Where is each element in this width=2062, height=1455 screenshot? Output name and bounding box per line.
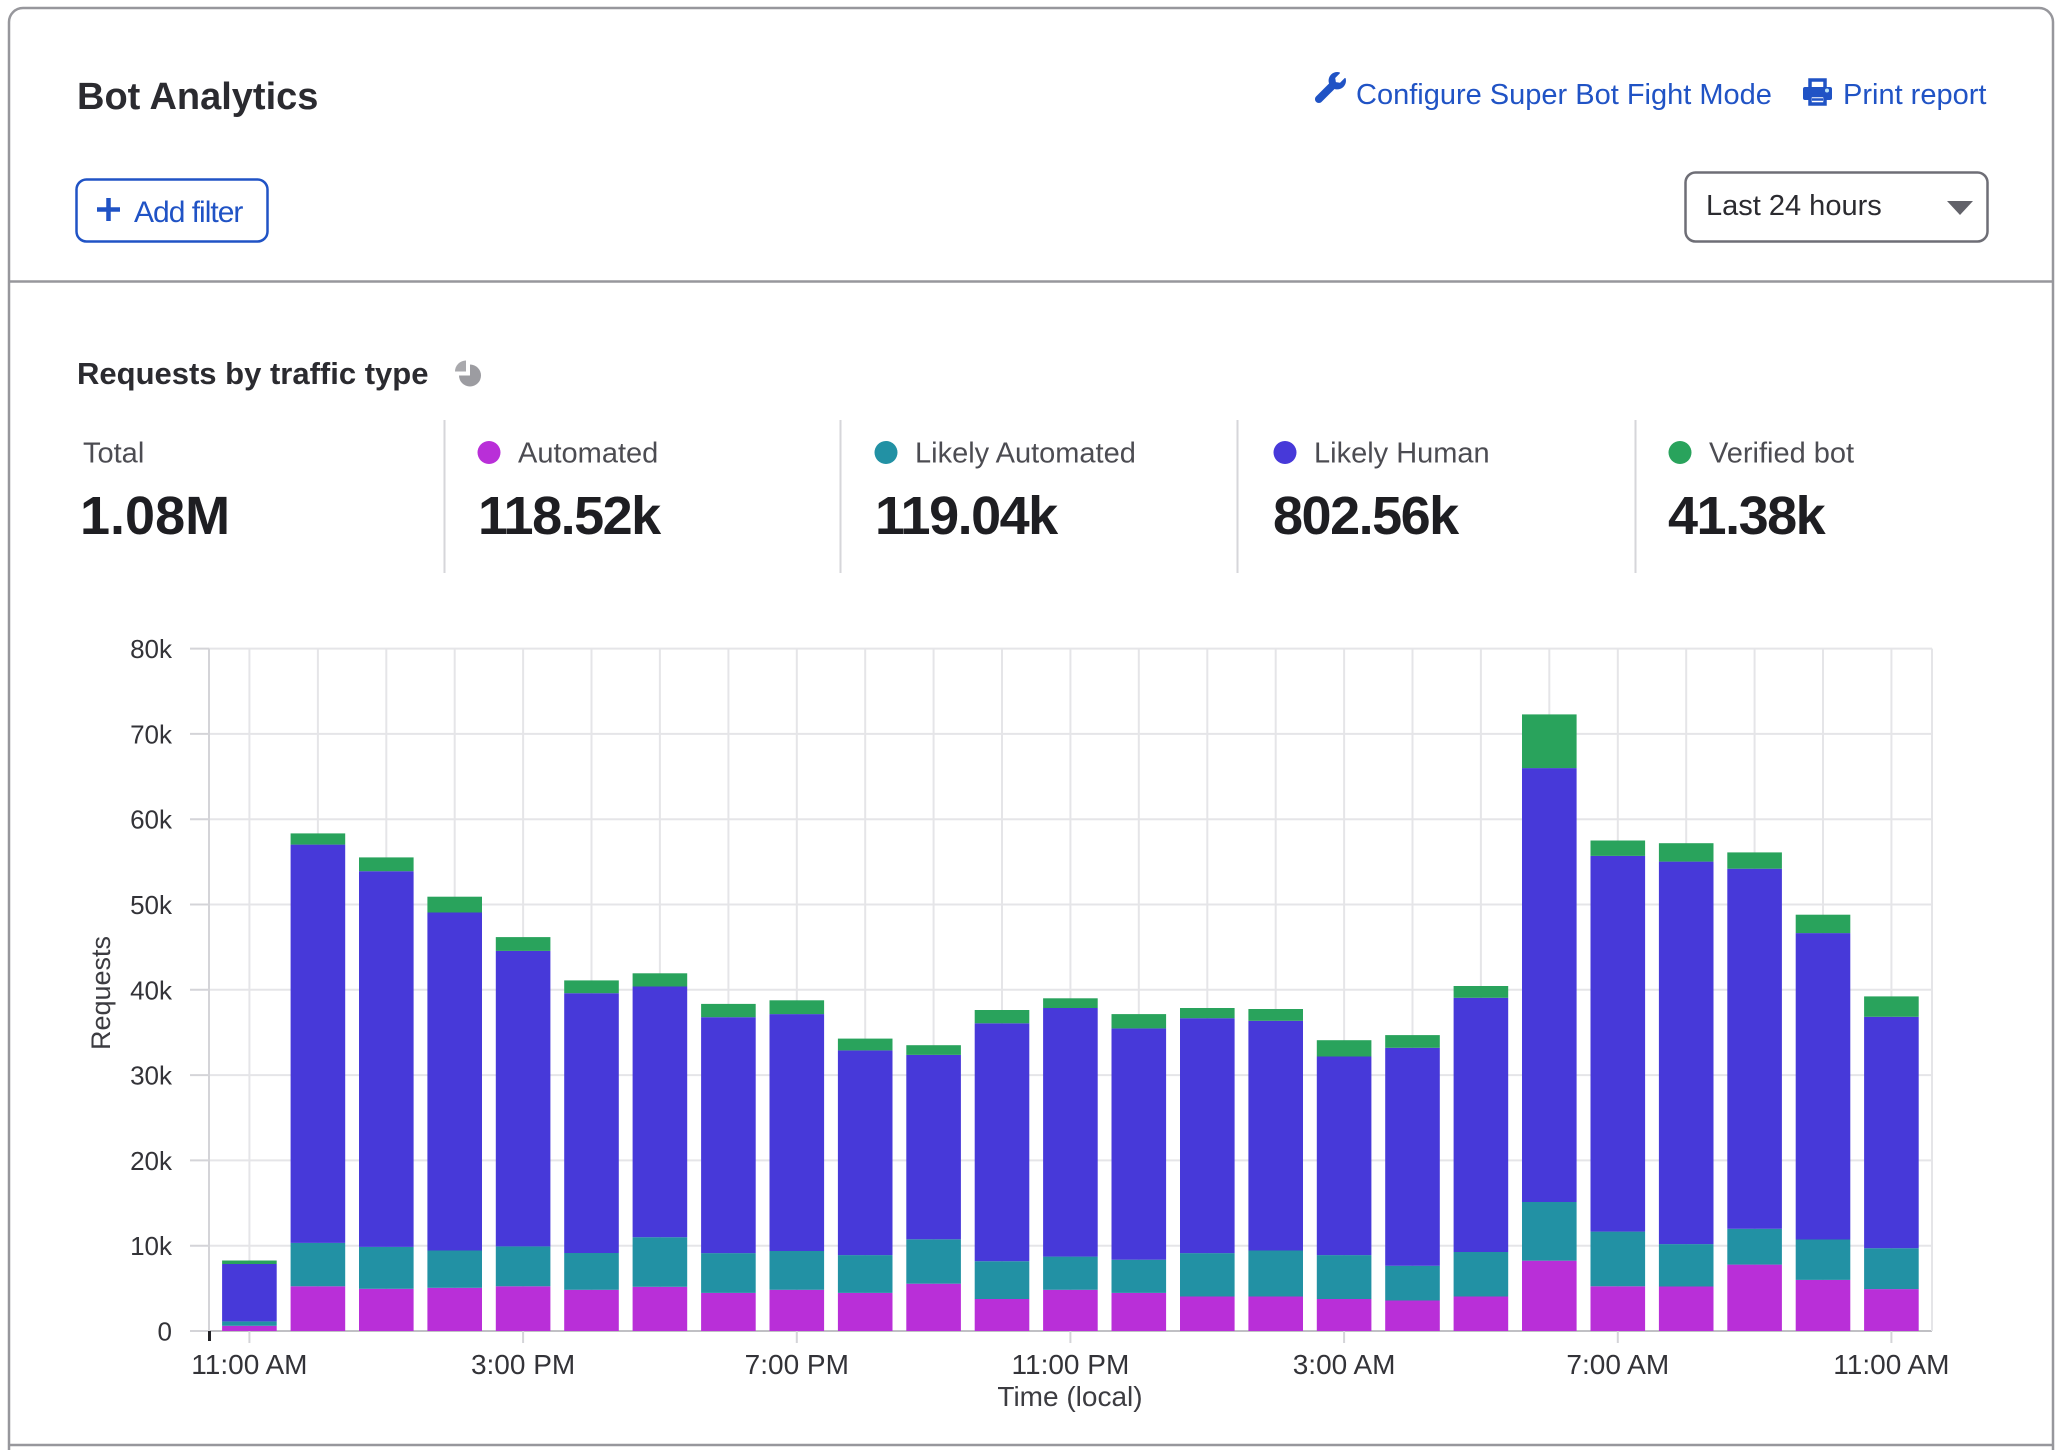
svg-text:11:00 AM: 11:00 AM xyxy=(191,1349,307,1380)
svg-text:Likely Human: Likely Human xyxy=(1314,438,1490,470)
svg-text:80k: 80k xyxy=(130,634,173,664)
svg-text:7:00 PM: 7:00 PM xyxy=(745,1349,849,1380)
svg-text:70k: 70k xyxy=(130,719,173,749)
svg-text:11:00 PM: 11:00 PM xyxy=(1012,1349,1130,1380)
svg-text:0: 0 xyxy=(158,1317,172,1347)
svg-text:20k: 20k xyxy=(130,1146,173,1176)
svg-text:1.08M: 1.08M xyxy=(80,486,230,546)
svg-text:11:00 AM: 11:00 AM xyxy=(1833,1349,1949,1380)
svg-text:40k: 40k xyxy=(130,975,173,1005)
svg-text:10k: 10k xyxy=(130,1231,173,1261)
svg-text:30k: 30k xyxy=(130,1061,173,1091)
svg-text:Configure Super Bot Fight Mode: Configure Super Bot Fight Mode xyxy=(1356,79,1772,111)
svg-text:Print report: Print report xyxy=(1843,79,1986,111)
svg-text:Total: Total xyxy=(83,438,144,470)
svg-text:3:00 PM: 3:00 PM xyxy=(471,1349,575,1380)
svg-text:7:00 AM: 7:00 AM xyxy=(1566,1349,1669,1380)
svg-text:Likely Automated: Likely Automated xyxy=(915,438,1136,470)
svg-text:802.56k: 802.56k xyxy=(1273,486,1460,546)
svg-text:Requests: Requests xyxy=(86,936,116,1050)
svg-text:Requests by traffic type: Requests by traffic type xyxy=(77,356,428,391)
svg-text:Time (local): Time (local) xyxy=(997,1381,1142,1412)
svg-text:118.52k: 118.52k xyxy=(478,486,662,546)
svg-text:Bot Analytics: Bot Analytics xyxy=(77,76,318,118)
svg-text:41.38k: 41.38k xyxy=(1668,486,1827,546)
svg-text:50k: 50k xyxy=(130,890,173,920)
svg-text:3:00 AM: 3:00 AM xyxy=(1293,1349,1396,1380)
svg-text:Last 24 hours: Last 24 hours xyxy=(1706,190,1882,222)
svg-text:60k: 60k xyxy=(130,805,173,835)
svg-text:Verified bot: Verified bot xyxy=(1709,438,1854,470)
svg-text:Automated: Automated xyxy=(518,438,658,470)
svg-text:119.04k: 119.04k xyxy=(875,486,1059,546)
svg-text:Add filter: Add filter xyxy=(134,196,243,229)
